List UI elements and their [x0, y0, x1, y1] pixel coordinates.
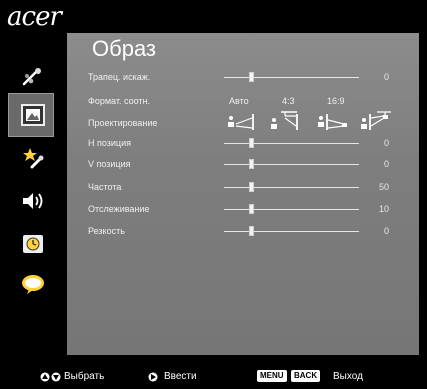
exit-hint: Выход	[333, 371, 363, 382]
projection-rear-desk-icon[interactable]	[316, 110, 350, 132]
language-icon[interactable]	[20, 271, 46, 297]
tracking-value: 10	[378, 204, 389, 214]
sharpness-slider-track[interactable]	[224, 231, 359, 232]
projection-front-ceiling-icon[interactable]	[269, 110, 303, 132]
frequency-slider-knob[interactable]	[249, 182, 254, 192]
up-down-arrows-icon	[40, 372, 61, 382]
keystone-slider-knob[interactable]	[249, 72, 254, 82]
keystone-value: 0	[383, 72, 389, 82]
frequency-value: 50	[378, 182, 389, 192]
projection-front-desk-icon[interactable]	[226, 110, 260, 132]
projection-label: Проектирование	[88, 118, 158, 128]
tracking-label: Отслеживание	[88, 204, 150, 214]
h-position-slider-knob[interactable]	[249, 138, 254, 148]
tracking-slider-knob[interactable]	[249, 204, 254, 214]
menu-key: MENU	[257, 370, 287, 382]
h-position-slider-track[interactable]	[224, 143, 359, 144]
v-position-slider-knob[interactable]	[249, 159, 254, 169]
aspect-option-16-9[interactable]: 16:9	[327, 94, 345, 108]
back-key: BACK	[291, 370, 321, 382]
page-title: Образ	[92, 36, 157, 61]
management-star-icon[interactable]	[20, 145, 46, 171]
keystone-label: Трапец. искаж.	[88, 72, 151, 82]
image-settings-icon[interactable]	[20, 102, 46, 128]
v-position-label: V позиция	[88, 159, 131, 169]
osd-frame: acer Образ Трапец. искаж. 0 Формат. соот…	[0, 0, 427, 389]
tracking-slider-track[interactable]	[224, 209, 359, 210]
acer-logo: acer	[7, 2, 62, 32]
v-position-slider-track[interactable]	[224, 164, 359, 165]
color-wand-icon[interactable]	[20, 64, 46, 90]
enter-hint: Ввести	[164, 371, 197, 382]
projection-rear-ceiling-icon[interactable]	[359, 110, 393, 132]
v-position-value: 0	[383, 159, 389, 169]
right-arrow-icon	[148, 372, 158, 382]
aspect-ratio-label: Формат. соотн.	[88, 96, 150, 106]
select-hint: Выбрать	[64, 371, 105, 382]
sharpness-label: Резкость	[88, 226, 125, 236]
frequency-label: Частота	[88, 182, 122, 192]
h-position-label: H позиция	[88, 138, 131, 148]
footer-bar: Выбрать Ввести MENU BACK Выход	[0, 365, 427, 389]
aspect-option-auto[interactable]: Авто	[229, 94, 249, 108]
h-position-value: 0	[383, 138, 389, 148]
keystone-slider-track[interactable]	[224, 77, 359, 78]
timer-icon[interactable]	[20, 231, 46, 257]
sharpness-value: 0	[383, 226, 389, 236]
speaker-icon[interactable]	[20, 188, 46, 214]
frequency-slider-track[interactable]	[224, 187, 359, 188]
sharpness-slider-knob[interactable]	[249, 226, 254, 236]
aspect-option-4-3[interactable]: 4:3	[282, 94, 295, 108]
